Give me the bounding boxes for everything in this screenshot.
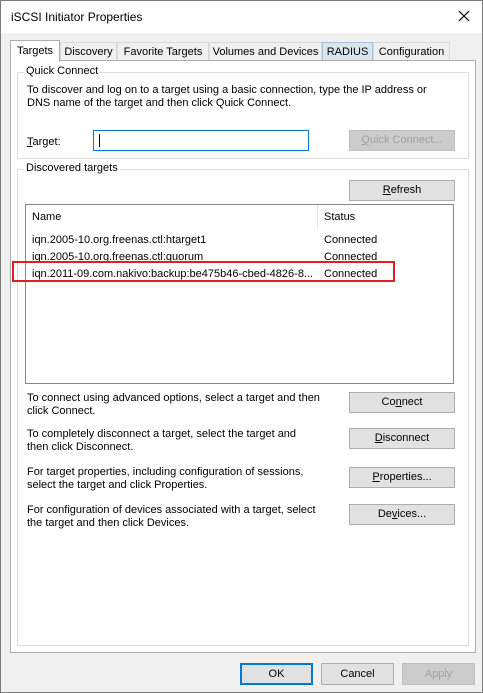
devices-description-1: For configuration of devices associated … — [27, 504, 316, 516]
tab-label: Configuration — [378, 46, 445, 58]
target-name: iqn.2005-10.org.freenas.ctl:htarget1 — [32, 234, 207, 246]
refresh-button[interactable]: Refresh — [349, 180, 455, 201]
tab-label: Volumes and Devices — [212, 46, 319, 58]
window-title: iSCSI Initiator Properties — [11, 10, 143, 24]
quick-connect-button-text: uick Connect... — [369, 134, 443, 146]
target-label: Target: — [27, 136, 61, 149]
targets-list[interactable]: Name Status iqn.2005-10.org.freenas.ctl:… — [25, 204, 454, 384]
discovered-targets-label: Discovered targets — [24, 162, 120, 174]
disconnect-button[interactable]: Disconnect — [349, 428, 455, 449]
quick-connect-description-2: DNS name of the target and then click Qu… — [27, 97, 292, 109]
column-header-status-text: Status — [324, 211, 356, 223]
title-bar: iSCSI Initiator Properties — [1, 1, 482, 33]
iscsi-initiator-window: iSCSI Initiator Properties Targets Disco… — [0, 0, 483, 693]
tab-discovery[interactable]: Discovery — [60, 42, 117, 61]
devices-description-2: the target and then click Devices. — [27, 517, 190, 529]
target-label-text: arget: — [32, 136, 61, 148]
devices-button-text-a: De — [377, 508, 392, 520]
tab-label: Discovery — [64, 46, 113, 58]
properties-description-2: select the target and click Properties. — [27, 479, 208, 491]
target-input[interactable] — [93, 130, 309, 151]
close-button[interactable] — [450, 3, 478, 31]
disconnect-description-2: then click Disconnect. — [27, 441, 134, 453]
apply-button[interactable]: Apply — [402, 663, 475, 685]
disconnect-description-1: To completely disconnect a target, selec… — [27, 428, 297, 440]
connect-button-text-b: nect — [401, 396, 423, 408]
disconnect-access-key: D — [374, 432, 383, 444]
column-header-status[interactable]: Status — [318, 205, 453, 229]
tab-favorite-targets[interactable]: Favorite Targets — [117, 42, 209, 61]
tab-label: Favorite Targets — [123, 46, 203, 58]
properties-button[interactable]: Properties... — [349, 467, 455, 488]
table-row[interactable]: iqn.2005-10.org.freenas.ctl:htarget1 Con… — [26, 232, 453, 249]
devices-button-text-b: ices... — [397, 508, 427, 520]
quick-connect-group: Quick Connect To discover and log on to … — [17, 65, 469, 159]
quick-connect-button[interactable]: Quick Connect... — [349, 130, 455, 151]
highlight-annotation — [12, 261, 395, 282]
connect-button[interactable]: Connect — [349, 392, 455, 413]
close-icon — [458, 10, 470, 25]
tab-configuration[interactable]: Configuration — [373, 42, 450, 61]
connect-description-2: click Connect. — [27, 405, 96, 417]
connect-description-1: To connect using advanced options, selec… — [27, 392, 320, 404]
quick-connect-access-key: Q — [361, 134, 370, 146]
cancel-button[interactable]: Cancel — [321, 663, 394, 685]
refresh-button-text: efresh — [390, 184, 422, 196]
targets-panel: Quick Connect To discover and log on to … — [10, 60, 476, 653]
connect-button-text-a: Co — [381, 396, 396, 408]
properties-access-key: P — [372, 471, 380, 483]
quick-connect-label: Quick Connect — [24, 65, 101, 77]
ok-button[interactable]: OK — [240, 663, 313, 685]
tab-targets[interactable]: Targets — [10, 40, 60, 62]
column-header-name-text: Name — [32, 211, 62, 223]
quick-connect-description-1: To discover and log on to a target using… — [27, 84, 427, 96]
target-status: Connected — [324, 234, 378, 246]
devices-button[interactable]: Devices... — [349, 504, 455, 525]
text-caret — [99, 134, 100, 147]
list-header: Name Status — [26, 205, 453, 229]
properties-description-1: For target properties, including configu… — [27, 466, 304, 478]
disconnect-button-text: isconnect — [382, 432, 430, 444]
tab-volumes-and-devices[interactable]: Volumes and Devices — [209, 42, 322, 61]
tab-label: RADIUS — [326, 46, 369, 58]
tab-radius[interactable]: RADIUS — [322, 42, 373, 61]
column-header-name[interactable]: Name — [26, 205, 317, 229]
properties-button-text: roperties... — [379, 471, 432, 483]
discovered-targets-group: Discovered targets Refresh Name Status i… — [17, 162, 469, 646]
tab-label: Targets — [16, 45, 54, 57]
refresh-access-key: R — [382, 184, 391, 196]
